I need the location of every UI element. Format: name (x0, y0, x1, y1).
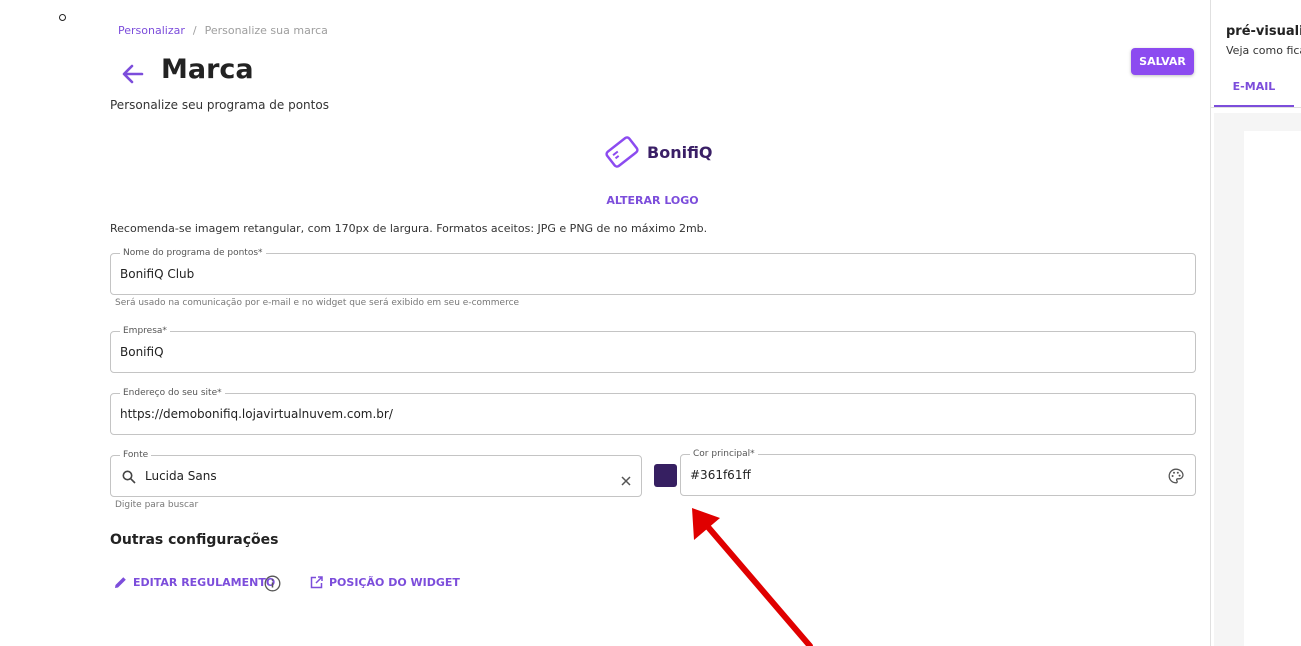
breadcrumb-current: Personalize sua marca (204, 24, 328, 37)
email-preview-canvas (1244, 131, 1301, 646)
email-preview-area (1214, 113, 1301, 646)
program-name-helper: Será usado na comunicação por e-mail e n… (115, 298, 520, 308)
page-subtitle: Personalize seu programa de pontos (110, 98, 329, 112)
color-field[interactable]: Cor principal* #361f61ff (680, 448, 1196, 496)
breadcrumb: Personalizar / Personalize sua marca (118, 24, 328, 37)
font-helper: Digite para buscar (115, 500, 199, 510)
page-title: Marca (161, 54, 254, 85)
company-input[interactable]: BonifiQ (120, 332, 164, 372)
card-logo-icon (605, 136, 639, 168)
logo-text: BonifiQ (647, 142, 713, 162)
pencil-icon (115, 577, 126, 588)
info-icon[interactable] (264, 575, 281, 596)
cursor-dot (59, 14, 66, 21)
tab-email[interactable]: E-MAIL (1214, 80, 1294, 107)
site-input[interactable]: https://demobonifiq.lojavirtualnuvem.com… (120, 394, 393, 434)
tab-divider (1211, 107, 1301, 108)
color-swatch[interactable] (654, 464, 677, 487)
color-input[interactable]: #361f61ff (690, 455, 751, 495)
program-name-field[interactable]: Nome do programa de pontos* BonifiQ Club (110, 247, 1196, 295)
breadcrumb-separator: / (192, 24, 197, 37)
company-field[interactable]: Empresa* BonifiQ (110, 325, 1196, 373)
breadcrumb-parent-link[interactable]: Personalizar (118, 24, 185, 37)
widget-position-label: POSIÇÃO DO WIDGET (329, 576, 460, 589)
search-icon (122, 469, 136, 488)
change-logo-button[interactable]: ALTERAR LOGO (580, 194, 725, 207)
red-arrow-annotation (692, 508, 813, 646)
widget-position-button[interactable]: POSIÇÃO DO WIDGET (310, 576, 460, 589)
other-settings-title: Outras configurações (110, 532, 279, 548)
font-input[interactable]: Lucida Sans (145, 456, 217, 496)
back-arrow-icon[interactable] (120, 62, 146, 86)
edit-rules-button[interactable]: EDITAR REGULAMENTO (114, 576, 275, 589)
preview-subtitle: Veja como fica (1226, 44, 1301, 57)
program-name-input[interactable]: BonifiQ Club (120, 254, 194, 294)
font-field[interactable]: Fonte Lucida Sans (110, 449, 642, 497)
open-in-new-icon (310, 576, 323, 589)
edit-rules-label: EDITAR REGULAMENTO (133, 576, 276, 589)
preview-title: pré-visuali (1226, 24, 1301, 39)
save-button[interactable]: SALVAR (1131, 48, 1194, 75)
logo-recommendation: Recomenda-se imagem retangular, com 170p… (110, 222, 708, 235)
site-field[interactable]: Endereço do seu site* https://demobonifi… (110, 387, 1196, 435)
preview-panel: pré-visuali Veja como fica E-MAIL (1210, 0, 1301, 646)
palette-icon[interactable] (1168, 468, 1184, 488)
clear-icon[interactable] (621, 471, 631, 490)
brand-logo: BonifiQ (603, 136, 713, 168)
